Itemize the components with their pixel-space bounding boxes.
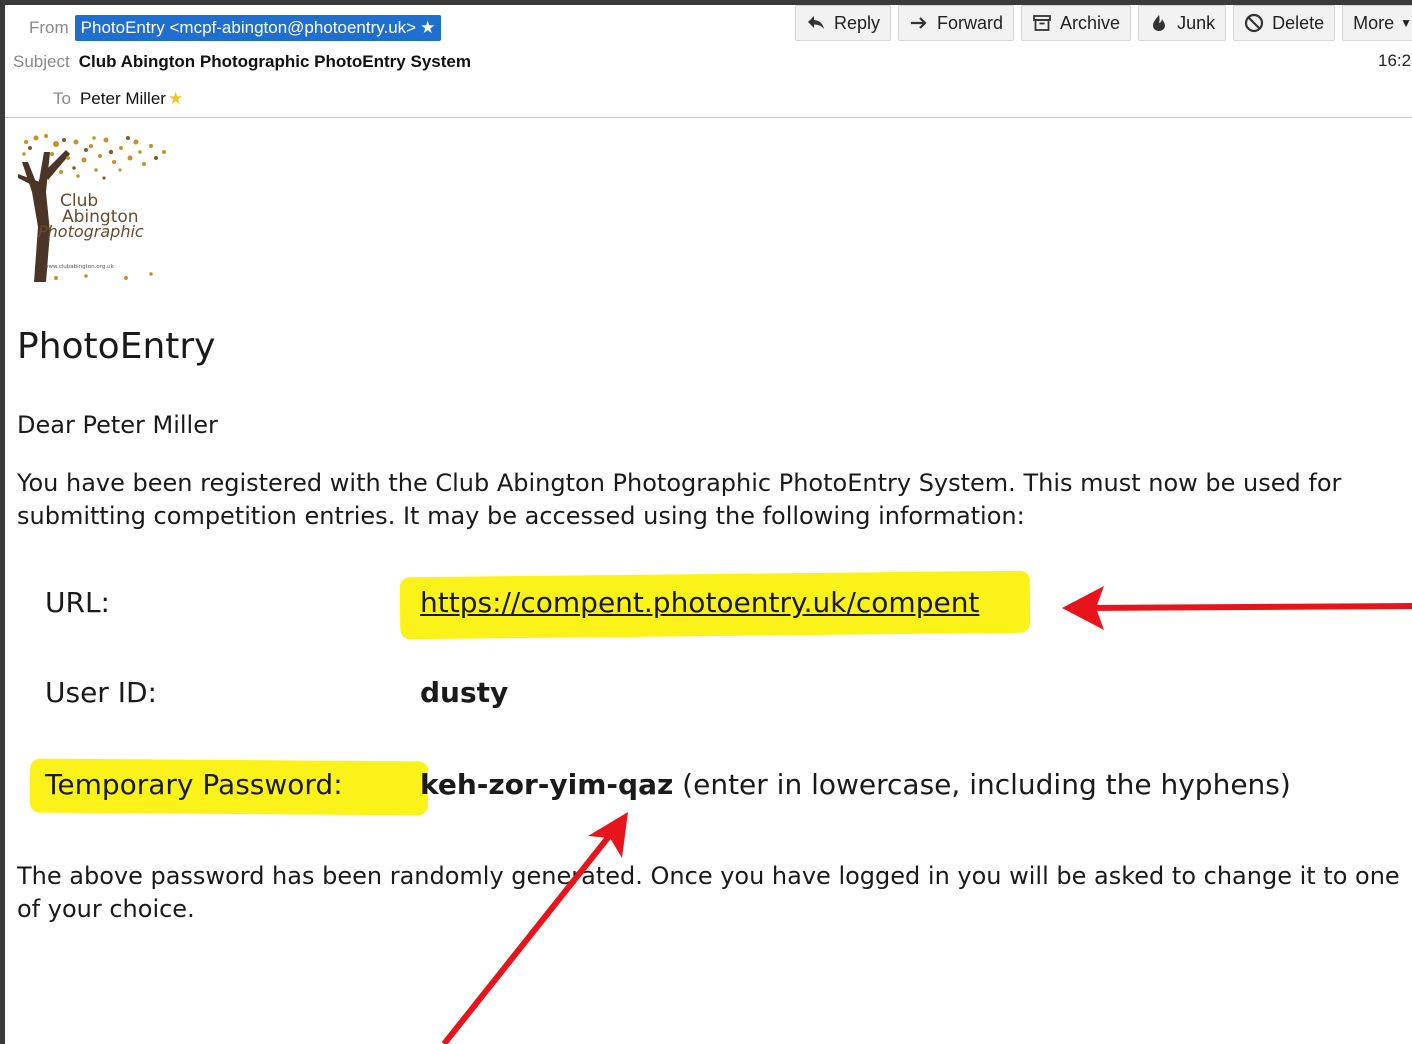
email-title: PhotoEntry bbox=[17, 326, 216, 367]
forward-label: Forward bbox=[937, 12, 1004, 33]
message-toolbar: Reply Forward Archive Junk Delete More ▼ bbox=[795, 5, 1412, 41]
forward-button[interactable]: Forward bbox=[898, 5, 1015, 41]
userid-value: dusty bbox=[420, 676, 509, 709]
reply-button[interactable]: Reply bbox=[795, 5, 892, 41]
password-label: Temporary Password: bbox=[45, 768, 343, 801]
url-arrow bbox=[1062, 586, 1412, 630]
from-row: From PhotoEntry <mcpf-abington@photoentr… bbox=[29, 13, 442, 43]
more-menu-button[interactable]: More ▼ bbox=[1342, 5, 1412, 41]
subject-value: Club Abington Photographic PhotoEntry Sy… bbox=[78, 52, 471, 71]
junk-button[interactable]: Junk bbox=[1138, 5, 1227, 41]
subject-label: Subject bbox=[13, 52, 70, 71]
more-label: More bbox=[1353, 12, 1395, 33]
email-greeting: Dear Peter Miller bbox=[17, 411, 218, 439]
junk-label: Junk bbox=[1177, 12, 1216, 33]
email-intro-paragraph: You have been registered with the Club A… bbox=[17, 469, 1342, 530]
star-icon[interactable]: ★ bbox=[168, 89, 183, 109]
from-label: From bbox=[29, 18, 69, 37]
to-row: To Peter Miller ★ bbox=[53, 84, 183, 114]
reply-label: Reply bbox=[834, 12, 881, 33]
password-value: keh-zor-yim-qaz bbox=[420, 768, 674, 801]
message-time: 16:23 bbox=[1378, 51, 1412, 70]
star-icon[interactable]: ★ bbox=[420, 18, 435, 38]
logo-text-photographic: Photographic bbox=[38, 222, 144, 241]
to-label: To bbox=[53, 89, 71, 108]
chevron-down-icon: ▼ bbox=[1400, 16, 1412, 30]
url-label: URL: bbox=[45, 586, 110, 619]
delete-button[interactable]: Delete bbox=[1233, 5, 1336, 41]
archive-box-icon bbox=[1032, 13, 1052, 33]
email-outro-paragraph: The above password has been randomly gen… bbox=[17, 862, 1400, 923]
password-arrow bbox=[441, 812, 628, 1044]
from-address-chip[interactable]: PhotoEntry <mcpf-abington@photoentry.uk>… bbox=[74, 15, 442, 41]
archive-button[interactable]: Archive bbox=[1021, 5, 1132, 41]
archive-label: Archive bbox=[1060, 12, 1121, 33]
url-link[interactable]: https://compent.photoentry.uk/compent bbox=[420, 586, 979, 619]
logo-website: www.clubabington.org.uk bbox=[44, 264, 115, 270]
screenshot-border-left bbox=[0, 0, 5, 1044]
delete-label: Delete bbox=[1272, 12, 1325, 33]
from-address: PhotoEntry <mcpf-abington@photoentry.uk> bbox=[80, 18, 417, 37]
flame-icon bbox=[1149, 13, 1169, 33]
forward-arrow-icon bbox=[909, 13, 929, 33]
password-note: (enter in lowercase, including the hyphe… bbox=[673, 768, 1291, 801]
password-line: keh-zor-yim-qaz (enter in lowercase, inc… bbox=[420, 768, 1291, 801]
to-recipient[interactable]: Peter Miller bbox=[80, 89, 166, 109]
prohibited-icon bbox=[1244, 13, 1264, 33]
reply-icon bbox=[806, 13, 826, 33]
club-logo: Club Abington Photographic www.clubabing… bbox=[16, 132, 170, 282]
message-header: From PhotoEntry <mcpf-abington@photoentr… bbox=[5, 5, 1412, 118]
userid-label: User ID: bbox=[45, 676, 157, 709]
subject-row: Subject Club Abington Photographic Photo… bbox=[13, 47, 471, 77]
